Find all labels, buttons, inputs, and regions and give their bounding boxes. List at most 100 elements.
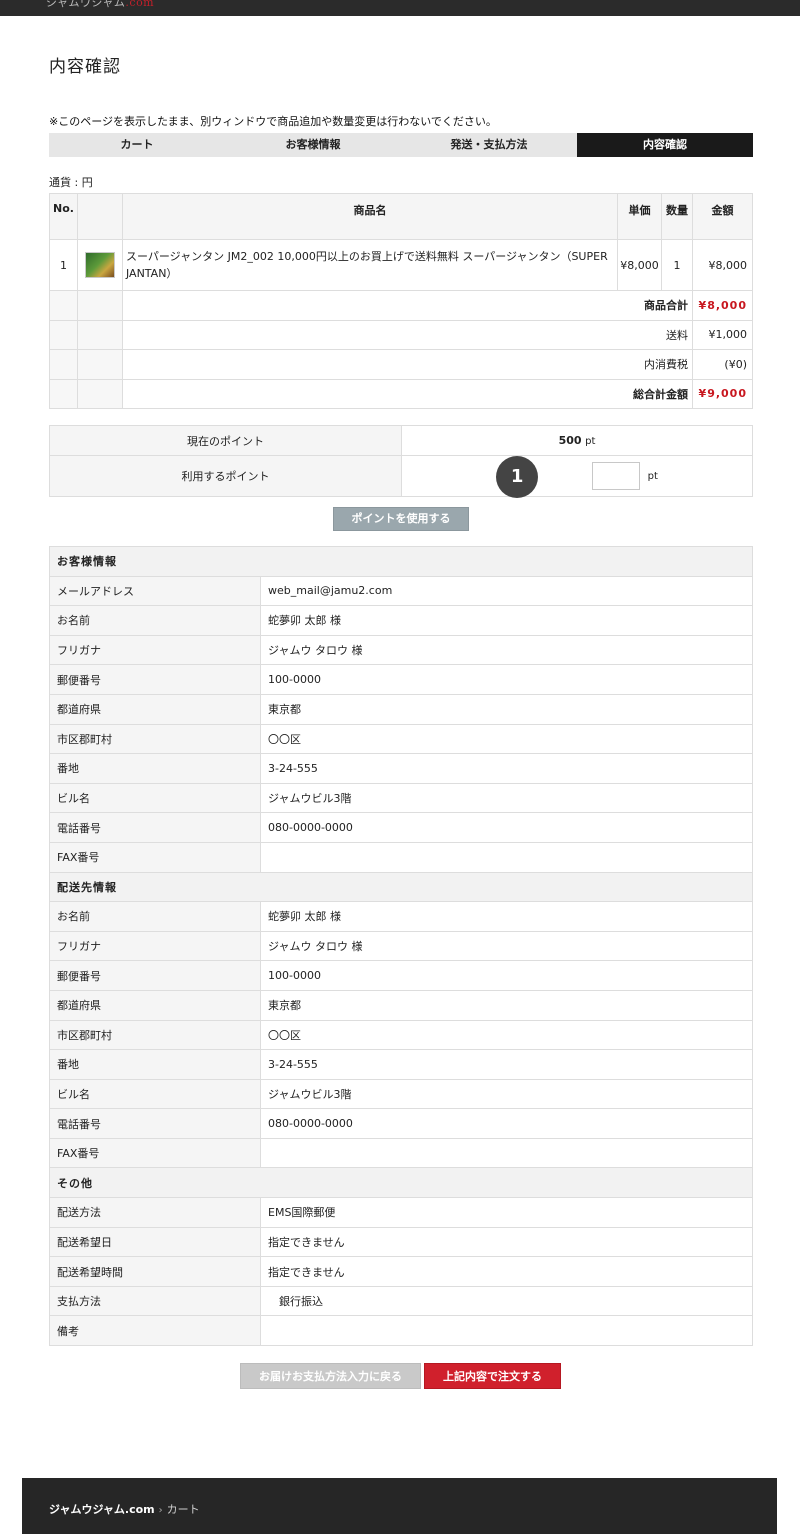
field-value: 080-0000-0000: [260, 812, 753, 843]
current-points-label: 現在のポイント: [49, 425, 402, 456]
total-label: 総合計金額: [122, 378, 693, 409]
field-value: [260, 1315, 753, 1347]
field-label: 配送希望時間: [49, 1256, 261, 1287]
page-title: 内容確認: [49, 57, 121, 77]
breadcrumb-home-link[interactable]: ジャムウジャム.com: [49, 1503, 155, 1516]
item-thumbnail-cell: [77, 239, 123, 291]
field-value: 3-24-555: [260, 753, 753, 784]
field-label: ビル名: [49, 782, 261, 814]
table-row: お名前 蛇夢卯 太郎 様: [49, 901, 753, 932]
field-value: 指定できません: [260, 1256, 753, 1287]
use-points-row: 利用するポイント 1 pt: [49, 455, 753, 498]
section-title-delivery: 配送先情報: [49, 871, 753, 903]
section-row-customer: お客様情報: [49, 546, 753, 577]
table-row: 都道府県 東京都: [49, 693, 753, 725]
notice-text: ※このページを表示したまま、別ウィンドウで商品追加や数量変更は行わないでください…: [49, 115, 497, 128]
field-value: 100-0000: [260, 664, 753, 695]
step-cart: カート: [49, 133, 225, 157]
current-points-value: 500: [558, 434, 582, 447]
table-row: 1 スーパージャンタン JM2_002 10,000円以上のお買上げで送料無料 …: [49, 239, 753, 291]
field-value: ジャムウ タロウ 様: [260, 634, 753, 666]
field-label: 電話番号: [49, 812, 261, 843]
step-number-badge: 1: [496, 456, 539, 498]
item-no: 1: [49, 239, 78, 291]
field-value: 蛇夢卯 太郎 様: [260, 605, 753, 636]
field-label: 都道府県: [49, 693, 261, 725]
table-row: フリガナ ジャムウ タロウ 様: [49, 930, 753, 962]
field-label: 備考: [49, 1315, 261, 1347]
section-row-other: その他: [49, 1167, 753, 1199]
field-label: 都道府県: [49, 989, 261, 1021]
field-value: 080-0000-0000: [260, 1108, 753, 1139]
field-label: 番地: [49, 1049, 261, 1080]
table-row: 配送方法 EMS国際郵便: [49, 1197, 753, 1228]
place-order-button[interactable]: 上記内容で注文する: [424, 1363, 561, 1389]
col-amount: 金額: [692, 193, 753, 240]
item-price: ¥8,000: [617, 239, 662, 291]
table-row: 電話番号 080-0000-0000: [49, 812, 753, 843]
table-row: 市区郡町村 〇〇区: [49, 723, 753, 755]
shipping-row: 送料 ¥1,000: [49, 319, 753, 350]
field-label: 郵便番号: [49, 664, 261, 695]
breadcrumb-current: カート: [166, 1503, 200, 1516]
table-row: 郵便番号 100-0000: [49, 960, 753, 991]
table-row: 電話番号 080-0000-0000: [49, 1108, 753, 1139]
cart-header-row: No. 商品名 単価 数量 金額: [49, 193, 753, 240]
table-row: 配送希望時間 指定できません: [49, 1256, 753, 1287]
shipping-value: ¥1,000: [692, 319, 753, 350]
breadcrumb: ジャムウジャム.com › カート: [49, 1501, 200, 1517]
back-to-shipping-button[interactable]: お届けお支払方法入力に戻る: [240, 1363, 421, 1389]
product-image[interactable]: [85, 252, 115, 278]
logo-tail: .com: [125, 0, 155, 9]
section-title-other: その他: [49, 1167, 753, 1199]
use-points-input[interactable]: [592, 462, 641, 490]
col-product-name: 商品名: [122, 193, 618, 240]
order-info-body: お客様情報 メールアドレス web_mail@jamu2.com お名前 蛇夢卯 太郎 …: [49, 546, 753, 1347]
col-price: 単価: [617, 193, 662, 240]
field-value: 〇〇区: [260, 723, 753, 755]
field-label: お名前: [49, 901, 261, 932]
tax-label: 内消費税: [122, 349, 693, 380]
field-label: メールアドレス: [49, 575, 261, 607]
subtotal-label: 商品合計: [122, 290, 693, 321]
field-label: ビル名: [49, 1078, 261, 1110]
field-label: FAX番号: [49, 841, 261, 873]
tax-value: (¥0): [692, 349, 753, 380]
table-row: フリガナ ジャムウ タロウ 様: [49, 634, 753, 666]
table-row: 番地 3-24-555: [49, 753, 753, 784]
checkout-steps: カート お客様情報 発送・支払方法 内容確認: [49, 133, 753, 157]
item-name: スーパージャンタン JM2_002 10,000円以上のお買上げで送料無料 スー…: [122, 239, 618, 291]
site-logo[interactable]: ジャムウジャム.com: [46, 0, 154, 10]
field-value: web_mail@jamu2.com: [260, 575, 753, 607]
field-value: 東京都: [260, 989, 753, 1021]
total-value: ¥9,000: [692, 378, 753, 409]
field-value: 銀行振込: [260, 1285, 753, 1317]
field-label: フリガナ: [49, 634, 261, 666]
table-row: ビル名 ジャムウビル3階: [49, 782, 753, 814]
col-image: [77, 193, 123, 240]
use-points-label: 利用するポイント: [49, 455, 402, 497]
table-row: 郵便番号 100-0000: [49, 664, 753, 695]
field-value: 〇〇区: [260, 1019, 753, 1051]
table-row: FAX番号: [49, 1137, 753, 1169]
field-label: 市区郡町村: [49, 1019, 261, 1051]
step-customer-info: お客様情報: [225, 133, 401, 157]
field-value: EMS国際郵便: [260, 1197, 753, 1228]
apply-points-button[interactable]: ポイントを使用する: [333, 507, 469, 531]
breadcrumb-separator-icon: ›: [158, 1505, 163, 1516]
field-label: 配送方法: [49, 1197, 261, 1228]
field-value: 3-24-555: [260, 1049, 753, 1080]
table-row: 番地 3-24-555: [49, 1049, 753, 1080]
order-info-table: お客様情報 メールアドレス web_mail@jamu2.com お名前 蛇夢卯 太郎 …: [49, 546, 753, 1347]
field-value: ジャムウビル3階: [260, 1078, 753, 1110]
table-row: メールアドレス web_mail@jamu2.com: [49, 575, 753, 607]
field-value: 指定できません: [260, 1226, 753, 1258]
section-row-delivery: 配送先情報: [49, 871, 753, 903]
field-label: 配送希望日: [49, 1226, 261, 1258]
cart-table: No. 商品名 単価 数量 金額 1 スーパージャンタン JM2_002 10,…: [49, 193, 753, 409]
field-value: ジャムウビル3階: [260, 782, 753, 814]
col-no: No.: [49, 193, 78, 240]
table-row: 支払方法 銀行振込: [49, 1285, 753, 1317]
step-confirm: 内容確認: [577, 133, 753, 157]
field-value: [260, 1137, 753, 1169]
